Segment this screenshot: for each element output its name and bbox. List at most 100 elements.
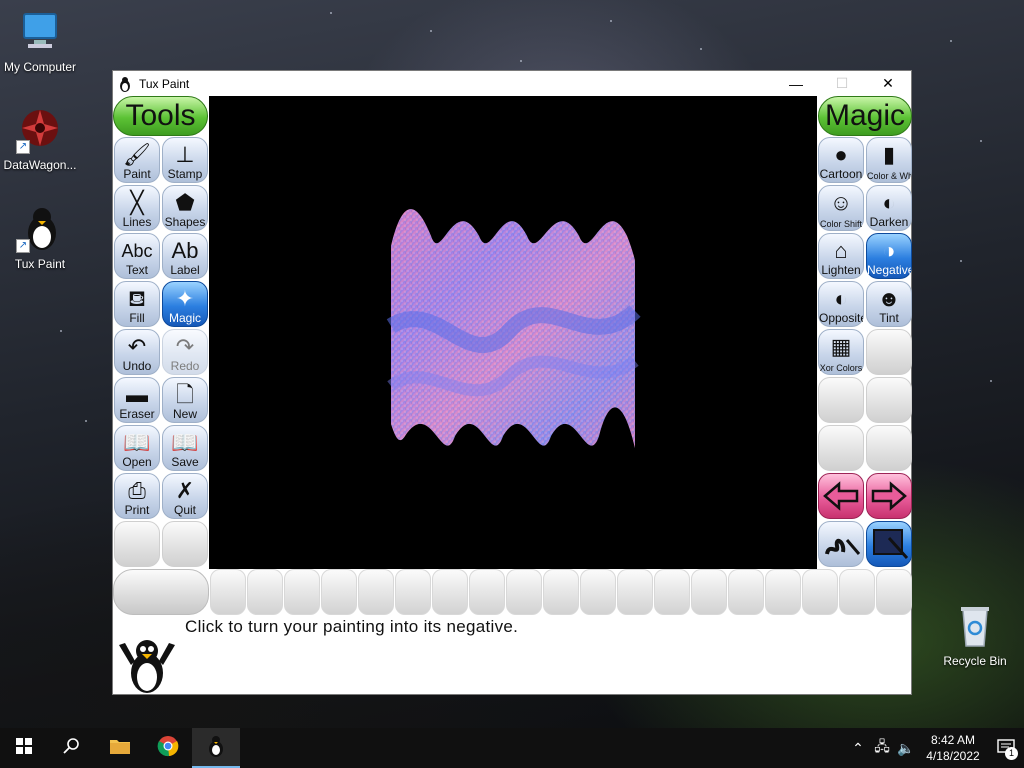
tool-magic-button[interactable]: ✦ Magic — [162, 281, 208, 327]
magic-fullscreen-mode-button[interactable] — [866, 521, 912, 567]
magic-darken-button[interactable]: ◐ Darken — [866, 185, 912, 231]
color-swatch[interactable] — [284, 569, 320, 615]
color-swatch[interactable] — [839, 569, 875, 615]
magic-lighten-button[interactable]: ⌂ Lighten — [818, 233, 864, 279]
opposite-icon: ◐ — [834, 286, 848, 311]
desktop-icon-label: My Computer — [3, 60, 77, 74]
color-swatch[interactable] — [506, 569, 542, 615]
tool-paint-button[interactable]: 🖌 Paint — [114, 137, 160, 183]
magic-color-white-button[interactable]: ▮ Color & White — [866, 137, 912, 183]
color-swatch[interactable] — [395, 569, 431, 615]
color-swatch[interactable] — [469, 569, 505, 615]
volume-icon[interactable]: 🔈 — [894, 740, 918, 757]
clock[interactable]: 8:42 AM 4/18/2022 — [918, 732, 988, 764]
color-swatch[interactable] — [543, 569, 579, 615]
tool-label: Paint — [123, 167, 151, 181]
color-swatch[interactable] — [728, 569, 764, 615]
start-button[interactable] — [0, 728, 48, 768]
new-page-icon: 🗋 — [176, 382, 194, 407]
fullscreen-wand-icon — [873, 529, 909, 560]
monitor-icon — [16, 8, 64, 56]
tool-redo-button[interactable]: ↷ Redo — [162, 329, 208, 375]
notification-icon[interactable]: 1 — [988, 738, 1024, 760]
drawing-canvas[interactable] — [209, 96, 817, 569]
desktop-icon-datawagon[interactable]: ↗ DataWagon... — [0, 106, 80, 172]
tool-label: Redo — [170, 359, 200, 373]
network-icon[interactable]: 🖧 — [870, 736, 894, 760]
color-swatch[interactable] — [691, 569, 727, 615]
color-swatch[interactable] — [617, 569, 653, 615]
tool-label: Fill — [129, 311, 145, 325]
title-bar[interactable]: Tux Paint — ☐ ✕ — [113, 71, 911, 96]
desktop-icon-my-computer[interactable]: My Computer — [0, 8, 80, 74]
tools-header: Tools — [113, 96, 208, 136]
chevron-up-icon[interactable]: ⌃ — [846, 740, 870, 757]
desktop-icon-label: Recycle Bin — [943, 654, 1007, 668]
color-swatch[interactable] — [802, 569, 838, 615]
close-button[interactable]: ✕ — [865, 71, 911, 96]
magic-tint-button[interactable]: ☻ Tint — [866, 281, 912, 327]
tool-undo-button[interactable]: ↶ Undo — [114, 329, 160, 375]
darken-icon: ◐ — [882, 190, 896, 215]
tool-new-button[interactable]: 🗋 New — [162, 377, 208, 423]
magic-color-shift-button[interactable]: ☺ Color Shift — [818, 185, 864, 231]
search-button[interactable] — [48, 728, 96, 768]
previous-page-button[interactable] — [818, 473, 864, 519]
color-swatch[interactable] — [247, 569, 283, 615]
file-explorer-button[interactable] — [96, 728, 144, 768]
folder-icon — [109, 737, 131, 760]
notification-count-badge: 1 — [1005, 746, 1018, 760]
tool-label: Label — [170, 263, 200, 277]
color-swatch[interactable] — [432, 569, 468, 615]
tool-label: Save — [171, 455, 199, 469]
magic-xor-colors-button[interactable]: ▦ Xor Colors — [818, 329, 864, 375]
color-swatch[interactable] — [210, 569, 246, 615]
desktop-icon-recycle-bin[interactable]: Recycle Bin — [935, 602, 1015, 668]
arrow-left-icon — [823, 481, 859, 511]
arrow-right-icon — [871, 481, 907, 511]
quit-x-icon: ✗ — [175, 478, 195, 503]
desktop-icon-label: DataWagon... — [3, 158, 77, 172]
magic-header: Magic — [818, 96, 912, 136]
xor-checker-icon: ▦ — [830, 334, 852, 359]
maximize-button[interactable]: ☐ — [819, 71, 865, 96]
color-swatch[interactable] — [654, 569, 690, 615]
tux-paint-client: Tools Magic 🖌 Paint ⊥ Stamp ╳ Lines ⬟ Shapes Abc… — [113, 96, 912, 694]
empty-magic-slot — [818, 377, 864, 423]
tool-print-button[interactable]: ⎙ Print — [114, 473, 160, 519]
next-page-button[interactable] — [866, 473, 912, 519]
tux-paint-taskbar-button[interactable] — [192, 728, 240, 768]
magic-tool-label: Negative — [867, 263, 911, 277]
color-swatch[interactable] — [765, 569, 801, 615]
tool-quit-button[interactable]: ✗ Quit — [162, 473, 208, 519]
search-icon — [63, 737, 81, 760]
negative-icon: ◑ — [882, 238, 896, 263]
chrome-button[interactable] — [144, 728, 192, 768]
tool-save-button[interactable]: 📖 Save — [162, 425, 208, 471]
magic-paint-mode-button[interactable] — [818, 521, 864, 567]
color-swatch[interactable] — [321, 569, 357, 615]
desktop-icon-tux-paint[interactable]: ↗ Tux Paint — [0, 205, 80, 271]
tool-label-button[interactable]: Ab Label — [162, 233, 208, 279]
color-swatch[interactable] — [358, 569, 394, 615]
magic-cartoon-button[interactable]: ● Cartoon — [818, 137, 864, 183]
tool-lines-button[interactable]: ╳ Lines — [114, 185, 160, 231]
tool-stamp-button[interactable]: ⊥ Stamp — [162, 137, 208, 183]
empty-magic-slot — [866, 377, 912, 423]
minimize-button[interactable]: — — [773, 71, 819, 96]
tool-label: Lines — [122, 215, 152, 229]
tool-eraser-button[interactable]: ▬ Eraser — [114, 377, 160, 423]
tool-label: Shapes — [164, 215, 206, 229]
magic-negative-button[interactable]: ◑ Negative — [866, 233, 912, 279]
tool-fill-button[interactable]: ⛾ Fill — [114, 281, 160, 327]
current-color-swatch[interactable] — [113, 569, 209, 615]
color-swatch[interactable] — [580, 569, 616, 615]
color-swatch[interactable] — [876, 569, 912, 615]
clock-time: 8:42 AM — [930, 733, 976, 747]
tool-open-button[interactable]: 📖 Open — [114, 425, 160, 471]
tool-text-button[interactable]: Abc Text — [114, 233, 160, 279]
clock-date: 4/18/2022 — [926, 749, 980, 763]
magic-opposite-button[interactable]: ◐ Opposite — [818, 281, 864, 327]
tool-shapes-button[interactable]: ⬟ Shapes — [162, 185, 208, 231]
open-book-icon: 📖 — [123, 430, 151, 455]
